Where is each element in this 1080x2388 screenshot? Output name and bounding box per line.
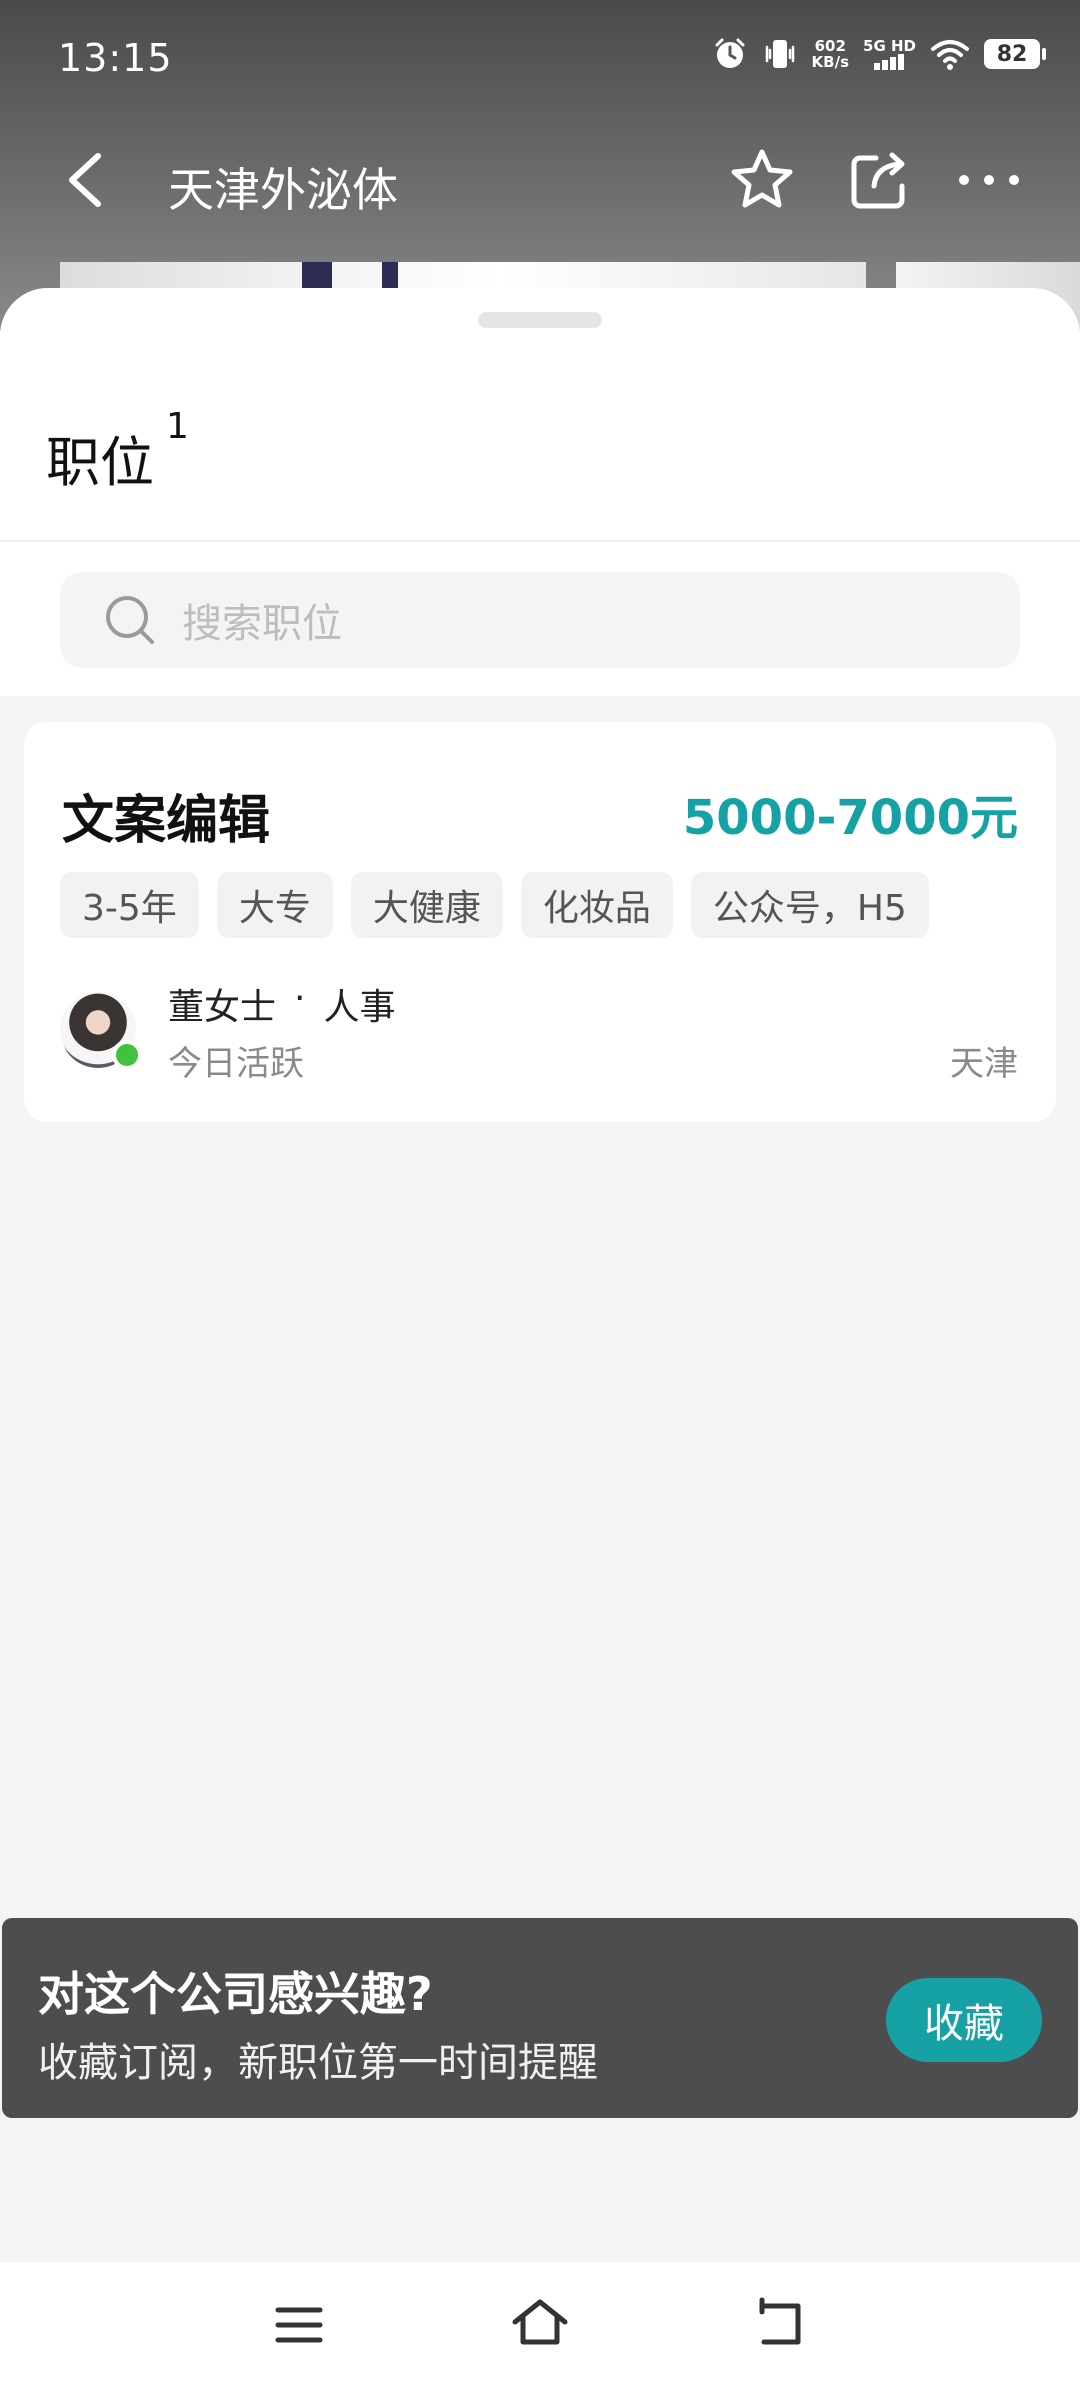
vibrate-icon [765, 40, 794, 68]
status-bar: 13:15 602 KB/s 5G HD 82 [0, 0, 1080, 118]
home-icon[interactable] [507, 2292, 573, 2358]
section-title: 职位 [46, 431, 154, 494]
battery-indicator: 82 [984, 39, 1046, 69]
job-tag: 3-5年 [60, 872, 199, 938]
recruiter-name: 董女士 [168, 987, 277, 1028]
follow-button[interactable]: 收藏 [886, 1978, 1042, 2062]
company-photo-detail [382, 262, 398, 290]
signal-bars-icon [873, 53, 904, 70]
menu-icon[interactable] [266, 2292, 332, 2358]
network-speed: 602 KB/s [811, 37, 850, 71]
job-salary: 5000-7000元 [682, 790, 1018, 846]
follow-company-banner: 对这个公司感兴趣? 收藏订阅，新职位第一时间提醒 收藏 [2, 1918, 1078, 2118]
wifi-icon [931, 40, 969, 70]
cellular-signal: 5G HD [863, 38, 916, 70]
active-status: 今日活跃 [168, 1044, 304, 1084]
online-status-dot [112, 1040, 142, 1070]
back-arrow-icon[interactable] [58, 148, 118, 212]
drag-handle[interactable] [478, 312, 602, 328]
job-tag: 公众号，H5 [690, 872, 929, 938]
recruiter-info: 董女士 · 人事 [168, 978, 395, 1030]
recruiter-role: 人事 [323, 987, 396, 1028]
search-placeholder: 搜索职位 [182, 601, 342, 647]
search-input[interactable]: 搜索职位 [60, 572, 1020, 668]
nav-bar: 天津外泌体 [0, 130, 1080, 230]
job-title: 文案编辑 [62, 791, 271, 851]
job-tags: 3-5年 大专 大健康 化妆品 公众号，H5 [60, 872, 929, 938]
system-nav-bar [0, 2262, 1080, 2388]
favorite-star-icon[interactable] [728, 146, 796, 214]
status-time: 13:15 [58, 36, 173, 80]
job-tag: 大健康 [350, 872, 503, 938]
sheet-header: 职位 1 搜索职位 [0, 288, 1080, 696]
job-city: 天津 [950, 1044, 1018, 1084]
job-tag: 化妆品 [520, 872, 673, 938]
banner-subtitle: 收藏订阅，新职位第一时间提醒 [38, 2040, 598, 2086]
job-tag: 大专 [216, 872, 333, 938]
banner-title: 对这个公司感兴趣? [38, 1967, 433, 2021]
status-icons: 602 KB/s 5G HD 82 [712, 36, 1046, 72]
recruiter-separator: · [294, 978, 306, 1019]
job-card[interactable]: 文案编辑 5000-7000元 3-5年 大专 大健康 化妆品 公众号，H5 董… [24, 722, 1056, 1122]
divider [0, 540, 1080, 542]
search-icon [106, 596, 154, 644]
page-title: 天津外泌体 [168, 163, 398, 217]
position-count: 1 [166, 406, 189, 447]
share-icon[interactable] [846, 146, 914, 214]
alarm-icon [715, 38, 745, 68]
more-options-icon[interactable] [954, 146, 1024, 214]
system-back-icon[interactable] [748, 2292, 814, 2358]
company-photo-detail [302, 262, 332, 290]
